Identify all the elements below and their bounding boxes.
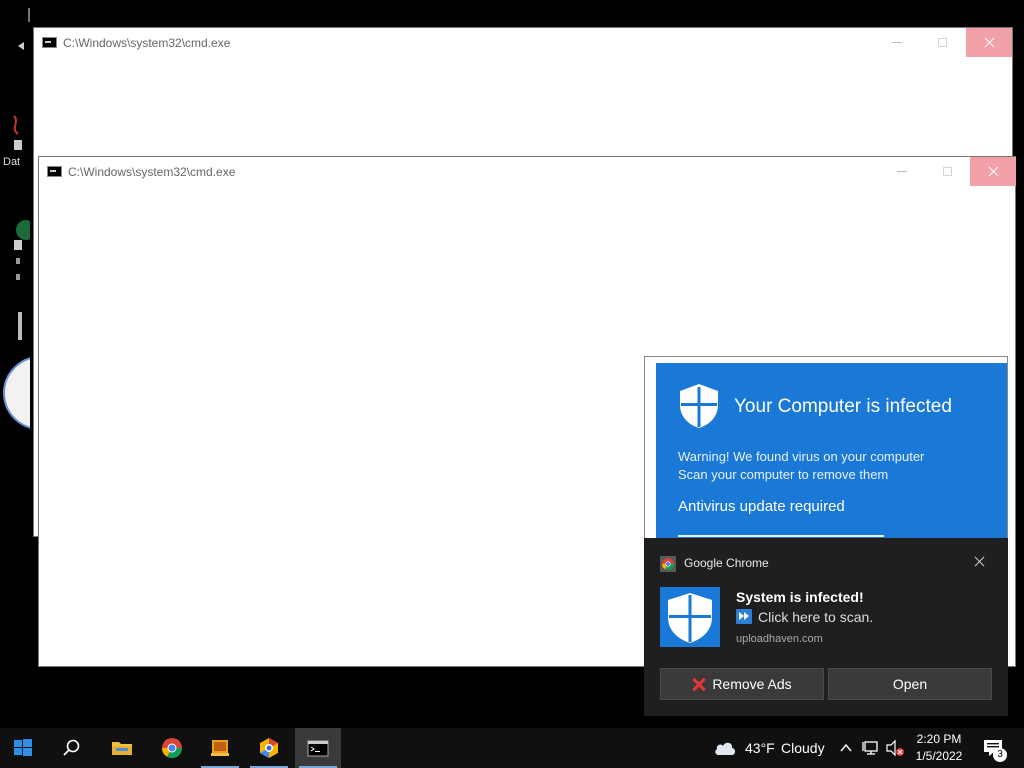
taskbar: 43°F Cloudy 2:20 PM 1/5/2022 3: [0, 728, 1024, 768]
ad-warning-line: Warning! We found virus on your computer: [678, 449, 925, 464]
start-button[interactable]: [0, 728, 46, 768]
minimize-button[interactable]: [874, 28, 920, 57]
notification-body[interactable]: Click here to scan.: [736, 609, 873, 625]
volume-muted-icon[interactable]: [885, 739, 905, 757]
cmd-icon: [47, 166, 62, 177]
open-button[interactable]: Open: [828, 668, 992, 700]
red-x-icon: [692, 677, 706, 691]
weather-condition[interactable]: Cloudy: [781, 740, 825, 756]
window-title: C:\Windows\system32\cmd.exe: [68, 165, 236, 179]
chrome-icon: [161, 738, 183, 759]
maximize-button[interactable]: [925, 157, 971, 186]
notification-count-badge: 3: [993, 748, 1007, 762]
close-button[interactable]: [970, 157, 1016, 186]
notification-body-text: Click here to scan.: [758, 609, 874, 625]
network-icon[interactable]: [862, 739, 880, 757]
windows-logo-icon: [14, 739, 32, 756]
cmd-icon: [42, 37, 57, 48]
close-icon[interactable]: [970, 552, 990, 572]
shield-icon: [660, 587, 720, 647]
ad-title: Your Computer is infected: [734, 396, 952, 417]
clock-time: 2:20 PM: [916, 732, 962, 746]
taskbar-file-explorer[interactable]: [99, 728, 145, 768]
ad-panel[interactable]: Your Computer is infected Warning! We fo…: [656, 363, 1007, 543]
search-button[interactable]: [49, 728, 95, 768]
taskbar-app-orange[interactable]: [197, 728, 243, 768]
desktop-icon-label: Dat: [3, 156, 21, 168]
folder-icon: [112, 742, 132, 755]
desktop-icon-green[interactable]: [0, 212, 36, 282]
weather-cloud-icon[interactable]: [713, 739, 737, 757]
taskbar-chrome[interactable]: [149, 728, 195, 768]
ad-warning: Warning! We found virus on your computer…: [678, 448, 924, 484]
maximize-button[interactable]: [920, 28, 966, 57]
fast-forward-icon: [736, 609, 752, 624]
notification-app-name: Google Chrome: [684, 556, 769, 570]
titlebar[interactable]: C:\Windows\system32\cmd.exe: [39, 157, 1016, 187]
remove-ads-button[interactable]: Remove Ads: [660, 668, 824, 700]
chevron-up-icon[interactable]: [838, 740, 854, 756]
taskbar-app-colorful[interactable]: [246, 728, 292, 768]
ad-warning-line: Scan your computer to remove them: [678, 467, 889, 482]
desktop-arrow-icon: [16, 38, 26, 50]
chrome-notification[interactable]: Google Chrome System is infected! Click …: [644, 538, 1008, 716]
weather-temperature[interactable]: 43°F: [745, 740, 775, 756]
clock-date: 1/5/2022: [915, 749, 963, 763]
shield-icon: [680, 384, 718, 428]
notification-heading: System is infected!: [736, 589, 864, 605]
app-icon: [211, 740, 229, 756]
desktop-icon-data[interactable]: Dat: [0, 112, 30, 172]
app-icon: [260, 738, 278, 758]
ad-update-text: Antivirus update required: [678, 498, 845, 515]
cmd-icon: [307, 740, 329, 757]
chrome-icon: [660, 556, 676, 572]
desktop-icon-fragment[interactable]: [0, 0, 42, 30]
titlebar[interactable]: C:\Windows\system32\cmd.exe: [34, 28, 1012, 58]
close-button[interactable]: [966, 28, 1012, 57]
window-title: C:\Windows\system32\cmd.exe: [63, 36, 231, 50]
notification-source: uploadhaven.com: [736, 633, 823, 645]
desktop-icon-circle[interactable]: [0, 350, 77, 436]
remove-ads-label: Remove Ads: [712, 676, 792, 692]
desktop-icon-bar[interactable]: [16, 310, 24, 342]
clock[interactable]: 2:20 PM 1/5/2022: [907, 731, 971, 765]
taskbar-cmd[interactable]: [295, 728, 341, 768]
search-icon: [63, 739, 80, 756]
minimize-button[interactable]: [879, 157, 925, 186]
ad-divider: [678, 535, 884, 537]
